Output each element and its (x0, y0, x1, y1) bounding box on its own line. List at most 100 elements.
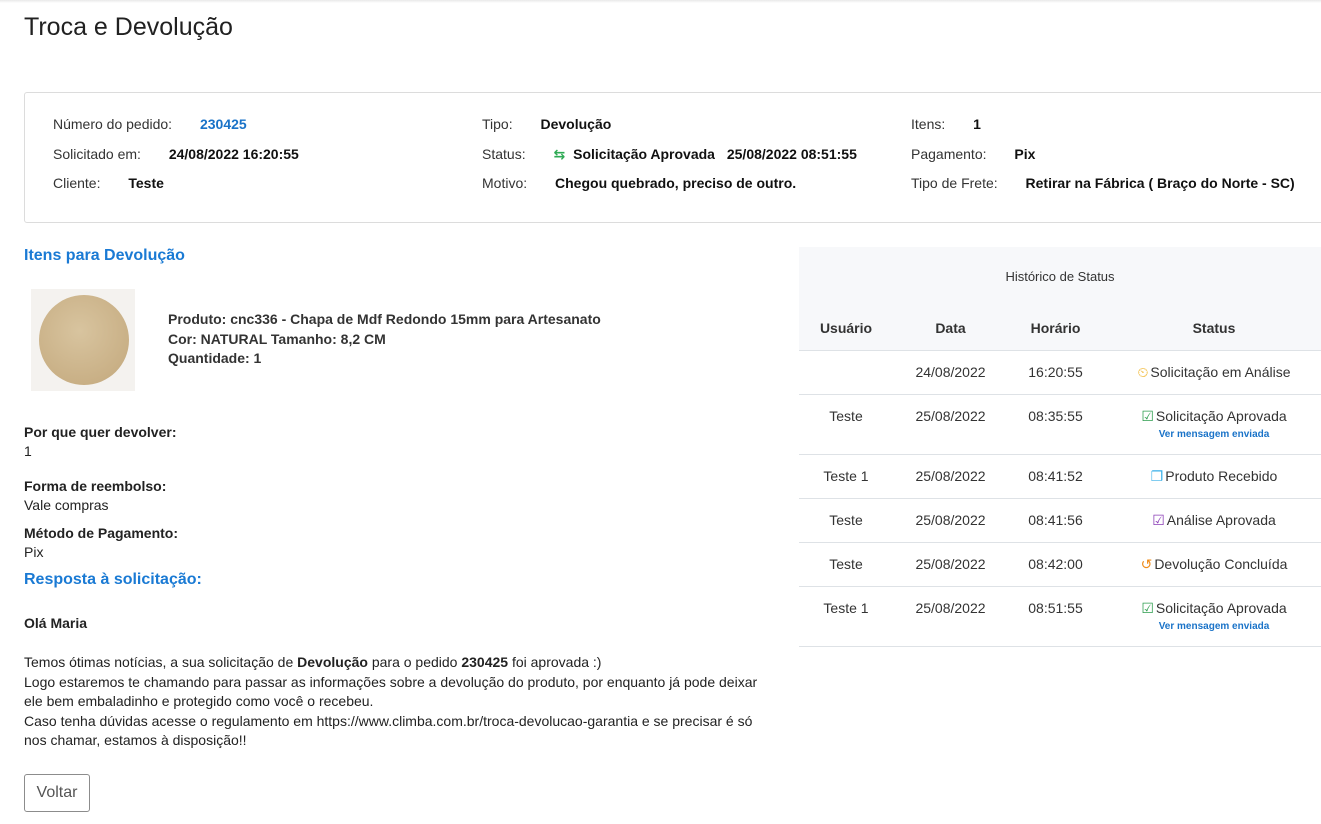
column-date: Data (935, 320, 966, 336)
history-status: ☑ Solicitação Aprovada (1103, 600, 1321, 617)
why-return-label: Por que quer devolver: (24, 424, 177, 440)
reason-value: Chegou quebrado, preciso de outro. (555, 175, 797, 191)
history-row: Teste 25/08/2022 08:42:00 ↺ Devolução Conclu… (799, 543, 1321, 587)
view-message-link[interactable]: Ver mensagem enviada (1103, 621, 1321, 632)
top-shadow (0, 0, 1321, 3)
status-label: Status: (482, 146, 526, 162)
requested-label: Solicitado em: (53, 146, 141, 162)
type-row: Tipo: Devolução (482, 116, 611, 132)
history-status-label: Solicitação Aprovada (1155, 600, 1287, 616)
history-row: Teste 25/08/2022 08:41:56 ☑ Análise Aprovada (799, 499, 1321, 543)
checkbox-icon: ☑ (1141, 600, 1154, 616)
refund-method-value: Vale compras (24, 497, 109, 513)
order-number-link[interactable]: 230425 (200, 116, 247, 132)
items-label: Itens: (911, 116, 946, 132)
history-time: 16:20:55 (1028, 364, 1083, 380)
response-greeting: Olá Maria (24, 615, 88, 631)
items-value: 1 (973, 116, 981, 132)
client-value: Teste (128, 175, 164, 191)
clock-icon: ⏲ (1137, 364, 1149, 380)
history-row: Teste 1 25/08/2022 08:51:55 ☑ Solicitação Ap… (799, 587, 1321, 647)
history-date: 25/08/2022 (915, 600, 986, 616)
status-date: 25/08/2022 08:51:55 (726, 146, 857, 162)
requested-value: 24/08/2022 16:20:55 (168, 146, 299, 162)
checkbox-icon: ☑ (1141, 408, 1154, 424)
history-row: Teste 25/08/2022 08:35:55 ☑ Solicitação Apro… (799, 395, 1321, 455)
undo-icon: ↺ (1140, 556, 1153, 572)
view-message-link[interactable]: Ver mensagem enviada (1103, 429, 1321, 440)
response-paragraph-3: Caso tenha dúvidas acesse o regulamento … (24, 712, 753, 749)
product-quantity: Quantidade: 1 (168, 350, 262, 366)
history-time: 08:41:52 (1028, 468, 1083, 484)
history-status-label: Devolução Concluída (1154, 556, 1288, 572)
history-date: 24/08/2022 (915, 364, 986, 380)
payment-value: Pix (1014, 146, 1036, 162)
client-label: Cliente: (53, 175, 101, 191)
status-value: Solicitação Aprovada (573, 146, 715, 162)
swap-arrows-icon: ⇆ (553, 146, 566, 162)
check-square-icon: ☑ (1152, 512, 1165, 528)
history-status-label: Solicitação em Análise (1150, 364, 1291, 380)
order-number-row: Número do pedido: 230425 (53, 116, 247, 132)
history-status: ☑ Solicitação Aprovada (1103, 408, 1321, 425)
status-history-header: Histórico de Status Usuário Data Horário… (799, 247, 1321, 351)
payment-method-label: Método de Pagamento: (24, 525, 179, 541)
history-date: 25/08/2022 (915, 468, 986, 484)
product-name: Produto: cnc336 - Chapa de Mdf Redondo 1… (168, 311, 601, 327)
history-status-label: Análise Aprovada (1166, 512, 1276, 528)
response-message: Temos ótimas notícias, a sua solicitação… (24, 653, 764, 751)
items-row: Itens: 1 (911, 116, 981, 132)
history-status-label: Produto Recebido (1165, 468, 1278, 484)
history-date: 25/08/2022 (915, 512, 986, 528)
product-image (31, 289, 135, 391)
status-history-title: Histórico de Status (1005, 269, 1115, 284)
history-status: ↺ Devolução Concluída (1103, 556, 1321, 573)
history-status-label: Solicitação Aprovada (1155, 408, 1287, 424)
history-time: 08:51:55 (1028, 600, 1083, 616)
reason-label: Motivo: (482, 175, 528, 191)
history-date: 25/08/2022 (915, 556, 986, 572)
payment-row: Pagamento: Pix (911, 146, 1035, 162)
history-status: ☑ Análise Aprovada (1103, 512, 1321, 529)
shipping-value: Retirar na Fábrica ( Braço do Norte - SC… (1025, 175, 1295, 191)
history-row: 24/08/2022 16:20:55 ⏲ Solicitação em Anális… (799, 351, 1321, 395)
payment-label: Pagamento: (911, 146, 987, 162)
type-label: Tipo: (482, 116, 513, 132)
product-variant: Cor: NATURAL Tamanho: 8,2 CM (168, 331, 386, 347)
history-date: 25/08/2022 (915, 408, 986, 424)
response-paragraph-1: Temos ótimas notícias, a sua solicitação… (24, 654, 602, 670)
history-status: ❐ Produto Recebido (1103, 468, 1321, 485)
type-value: Devolução (540, 116, 612, 132)
column-status: Status (1192, 320, 1236, 336)
history-time: 08:41:56 (1028, 512, 1083, 528)
items-section-title: Itens para Devolução (24, 247, 185, 264)
requested-row: Solicitado em: 24/08/2022 16:20:55 (53, 146, 299, 162)
history-user: Teste 1 (823, 600, 869, 616)
payment-method-value: Pix (24, 544, 44, 560)
history-user: Teste (829, 556, 863, 572)
history-status: ⏲ Solicitação em Análise (1103, 364, 1321, 381)
shipping-row: Tipo de Frete: Retirar na Fábrica ( Braç… (911, 175, 1295, 191)
column-time: Horário (1030, 320, 1081, 336)
history-user: Teste (829, 512, 863, 528)
shipping-label: Tipo de Frete: (911, 175, 998, 191)
why-return-value: 1 (24, 443, 32, 459)
history-time: 08:42:00 (1028, 556, 1083, 572)
response-section-title: Resposta à solicitação: (24, 571, 202, 588)
status-row: Status: ⇆ Solicitação Aprovada 25/08/202… (482, 146, 857, 163)
history-time: 08:35:55 (1028, 408, 1083, 424)
client-row: Cliente: Teste (53, 175, 164, 191)
status-history-table: Histórico de Status Usuário Data Horário… (799, 247, 1321, 647)
order-number-label: Número do pedido: (53, 116, 173, 132)
back-button[interactable]: Voltar (24, 774, 90, 812)
history-row: Teste 1 25/08/2022 08:41:52 ❐ Produto Recebi… (799, 455, 1321, 499)
history-user: Teste (829, 408, 863, 424)
history-user: Teste 1 (823, 468, 869, 484)
reason-row: Motivo: Chegou quebrado, preciso de outr… (482, 175, 796, 191)
order-info-panel: Número do pedido: 230425 Solicitado em: … (24, 92, 1321, 223)
status-history-body: 24/08/2022 16:20:55 ⏲ Solicitação em Anális… (799, 351, 1321, 647)
column-user: Usuário (819, 320, 873, 336)
refund-method-label: Forma de reembolso: (24, 478, 167, 494)
mdf-disc-image (39, 295, 129, 385)
response-paragraph-2: Logo estaremos te chamando para passar a… (24, 673, 758, 710)
